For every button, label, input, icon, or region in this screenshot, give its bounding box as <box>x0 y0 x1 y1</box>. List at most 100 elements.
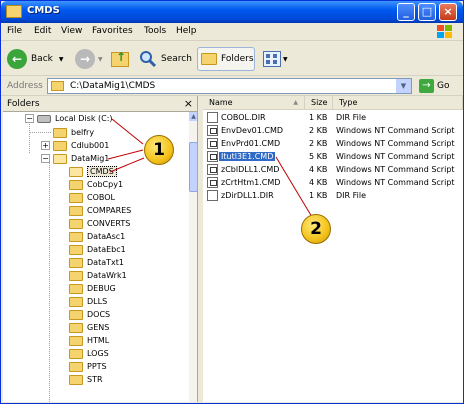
title-bar[interactable]: CMDS _ □ × <box>1 1 463 23</box>
file-type: Windows NT Command Script <box>336 126 455 135</box>
cmd-script-icon <box>207 125 218 136</box>
file-size: 4 KB <box>309 178 328 187</box>
folder-open-icon <box>53 153 67 164</box>
search-button[interactable]: Search <box>139 47 192 71</box>
folder-icon <box>69 257 83 268</box>
file-type: Windows NT Command Script <box>336 178 455 187</box>
address-label: Address <box>7 81 43 91</box>
tree-item-datatxt1[interactable]: DataTxt1 <box>69 256 124 269</box>
address-dropdown-icon[interactable]: ▼ <box>396 79 411 93</box>
file-row[interactable]: zCblDLL1.CMD 4 KB Windows NT Command Scr… <box>203 163 463 176</box>
folder-icon <box>69 283 83 294</box>
tree-item-dlls[interactable]: DLLS <box>69 295 107 308</box>
tree-item-datamig1[interactable]: DataMig1 <box>53 152 109 165</box>
address-input[interactable]: C:\DataMig1\CMDS ▼ <box>47 78 412 94</box>
tree-item-label: STR <box>87 375 103 384</box>
column-header-size[interactable]: Size <box>305 96 333 110</box>
file-row[interactable]: COBOL.DIR 1 KB DIR File <box>203 111 463 124</box>
tree-item-cobcpy1[interactable]: CobCpy1 <box>69 178 123 191</box>
tree-item-label: DataTxt1 <box>87 258 124 267</box>
tree-item-label: DataEbc1 <box>87 245 126 254</box>
file-type: DIR File <box>336 113 367 122</box>
tree-item-dataasc1[interactable]: DataAsc1 <box>69 230 125 243</box>
file-type: Windows NT Command Script <box>336 152 455 161</box>
file-row[interactable]: zCrtHtm1.CMD 4 KB Windows NT Command Scr… <box>203 176 463 189</box>
folder-icon <box>69 361 83 372</box>
file-row[interactable]: EnvPrd01.CMD 2 KB Windows NT Command Scr… <box>203 137 463 150</box>
callout-badge-2: 2 <box>301 214 331 244</box>
views-icon <box>263 51 281 67</box>
back-button[interactable]: ← Back ▼ <box>7 47 63 71</box>
folder-icon <box>69 192 83 203</box>
collapse-toggle[interactable]: − <box>25 114 34 123</box>
menu-tools[interactable]: Tools <box>144 26 166 36</box>
menu-help[interactable]: Help <box>176 26 197 36</box>
tree-item-belfry[interactable]: belfry <box>53 126 94 139</box>
views-button[interactable]: ▼ <box>263 47 288 71</box>
tree-item-converts[interactable]: CONVERTS <box>69 217 130 230</box>
address-path: C:\DataMig1\CMDS <box>70 81 156 91</box>
tree-item-docs[interactable]: DOCS <box>69 308 110 321</box>
tree-item-label: COMPARES <box>87 206 132 215</box>
folders-icon <box>201 53 217 65</box>
tree-item-ppts[interactable]: PPTS <box>69 360 107 373</box>
tree-item-debug[interactable]: DEBUG <box>69 282 116 295</box>
folders-scrollbar[interactable]: ▲ <box>189 112 197 402</box>
tree-item-logs[interactable]: LOGS <box>69 347 109 360</box>
menu-view[interactable]: View <box>61 26 82 36</box>
forward-dropdown-icon[interactable]: ▼ <box>98 56 103 63</box>
tree-item-cmds[interactable]: CMDS <box>69 165 117 178</box>
back-dropdown-icon[interactable]: ▼ <box>59 56 64 63</box>
tree-item-local-disk[interactable]: Local Disk (C:) <box>37 112 113 125</box>
folders-label: Folders <box>221 54 254 64</box>
maximize-button[interactable]: □ <box>418 3 436 21</box>
expand-toggle[interactable]: + <box>41 141 50 150</box>
tree-item-label: DataWrk1 <box>87 271 127 280</box>
tree-item-dataebc1[interactable]: DataEbc1 <box>69 243 126 256</box>
close-button[interactable]: × <box>439 3 457 21</box>
column-header-label: Size <box>311 98 328 107</box>
menu-favorites[interactable]: Favorites <box>92 26 133 36</box>
file-row[interactable]: zDirDLL1.DIR 1 KB DIR File <box>203 189 463 202</box>
cmd-script-icon <box>207 164 218 175</box>
tree-item-cobol[interactable]: COBOL <box>69 191 115 204</box>
forward-button[interactable]: → ▼ <box>75 47 103 71</box>
column-header-name[interactable]: Name ▲ <box>203 96 305 110</box>
go-button[interactable]: → Go <box>419 79 449 93</box>
menu-file[interactable]: File <box>7 26 22 36</box>
menu-edit[interactable]: Edit <box>34 26 51 36</box>
file-name: zCrtHtm1.CMD <box>221 178 281 187</box>
file-list-pane: Name ▲ Size Type COBOL.DIR 1 KB DIR File… <box>203 96 463 402</box>
folder-icon <box>69 348 83 359</box>
file-name: EnvDev01.CMD <box>221 126 284 135</box>
sort-arrow-icon: ▲ <box>293 99 298 106</box>
collapse-toggle[interactable]: − <box>41 154 50 163</box>
tree-item-str[interactable]: STR <box>69 373 103 386</box>
tree-item-compares[interactable]: COMPARES <box>69 204 131 217</box>
folder-icon <box>69 309 83 320</box>
file-name: COBOL.DIR <box>221 113 266 122</box>
tree-item-datawrk1[interactable]: DataWrk1 <box>69 269 127 282</box>
tree-item-label: GENS <box>87 323 110 332</box>
cmd-script-icon <box>207 151 218 162</box>
folder-icon <box>69 322 83 333</box>
scroll-up-icon[interactable]: ▲ <box>189 112 197 121</box>
file-row[interactable]: EnvDev01.CMD 2 KB Windows NT Command Scr… <box>203 124 463 137</box>
scrollbar-thumb[interactable] <box>189 142 197 192</box>
tree-item-label: Local Disk (C:) <box>55 114 113 123</box>
file-size: 1 KB <box>309 113 328 122</box>
tree-item-label: DataMig1 <box>71 154 110 163</box>
file-size: 5 KB <box>309 152 328 161</box>
tree-item-cdlub001[interactable]: Cdlub001 <box>53 139 109 152</box>
folders-pane-close-icon[interactable]: × <box>184 97 193 110</box>
search-icon <box>140 51 157 68</box>
up-folder-button[interactable]: ↑ <box>111 47 129 71</box>
folders-button[interactable]: Folders <box>197 47 255 71</box>
folder-icon <box>69 244 83 255</box>
file-row-selected[interactable]: Itutl3E1.CMD 5 KB Windows NT Command Scr… <box>203 150 463 163</box>
minimize-button[interactable]: _ <box>397 3 415 21</box>
tree-item-gens[interactable]: GENS <box>69 321 109 334</box>
tree-item-label: CMDS <box>87 166 117 177</box>
column-header-type[interactable]: Type <box>333 96 463 110</box>
tree-item-html[interactable]: HTML <box>69 334 109 347</box>
